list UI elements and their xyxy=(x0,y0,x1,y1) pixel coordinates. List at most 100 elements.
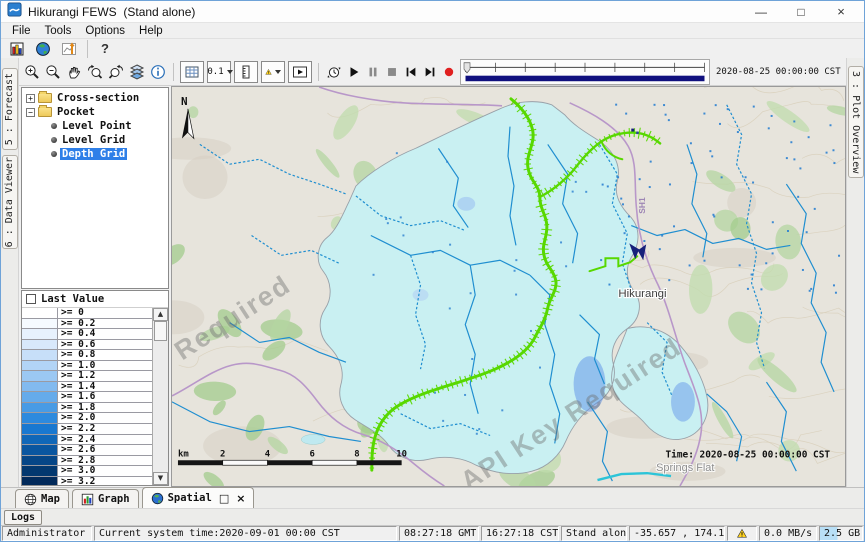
tree-item-level-point[interactable]: Level Point xyxy=(23,119,167,133)
skip-start-button[interactable] xyxy=(403,62,419,82)
side-tab-6-data-viewer[interactable]: 6 : Data Viewer xyxy=(2,155,18,249)
scale-unit-label: km xyxy=(178,449,189,459)
timeline-slider[interactable] xyxy=(460,59,710,85)
map-display-button[interactable] xyxy=(32,39,54,59)
scroll-thumb[interactable] xyxy=(154,321,167,341)
play-icon xyxy=(347,65,361,79)
legend-color-swatch xyxy=(22,350,58,360)
side-tab-3-plot-overview[interactable]: 3 : Plot Overview xyxy=(848,66,864,178)
side-tab-label: 5 : Forecast xyxy=(4,73,15,145)
scalar-editor-button[interactable] xyxy=(58,39,80,59)
tab-restore-button[interactable]: □ xyxy=(219,492,229,505)
tree-item-pocket[interactable]: −Pocket xyxy=(23,105,167,119)
record-button[interactable] xyxy=(441,62,457,82)
legend-color-swatch xyxy=(22,319,58,329)
play-button[interactable] xyxy=(346,62,362,82)
side-tab-5-forecast[interactable]: 5 : Forecast xyxy=(2,68,18,150)
legend-color-swatch xyxy=(22,435,58,445)
legend-class-label: >= 2.0 xyxy=(58,413,152,423)
tree-item-cross-section[interactable]: +Cross-section xyxy=(23,91,167,105)
tree-item-label: Level Grid xyxy=(60,134,127,146)
filter-panel: +Cross-section−PocketLevel PointLevel Gr… xyxy=(19,86,171,487)
zoom-previous-button[interactable] xyxy=(86,62,104,82)
animation-dialog-button[interactable] xyxy=(288,61,312,83)
legend-row[interactable]: >= 2.2 xyxy=(22,424,152,435)
scale-tick-label: 2 xyxy=(220,449,225,459)
tab-map[interactable]: Map xyxy=(15,489,69,508)
status-gmt-time: 08:27:18 GMT xyxy=(399,526,479,541)
map-globe-icon xyxy=(24,493,37,506)
map-time-label: Time: 2020-08-25 00:00:00 CST xyxy=(666,449,831,460)
skip-end-icon xyxy=(423,65,437,79)
record-dot-icon xyxy=(442,65,456,79)
timer-icon xyxy=(326,64,342,80)
node-bullet-icon xyxy=(51,123,57,129)
scale-ruler-button[interactable] xyxy=(234,61,258,83)
layers-button[interactable] xyxy=(128,62,146,82)
legend-scrollbar[interactable]: ▲ ▼ xyxy=(153,308,168,485)
scroll-up-button[interactable]: ▲ xyxy=(153,308,168,321)
scroll-down-button[interactable]: ▼ xyxy=(153,472,168,485)
help-button[interactable]: ? xyxy=(95,39,115,59)
zoom-next-icon xyxy=(108,64,124,80)
zoom-in-button[interactable] xyxy=(23,62,41,82)
layers-icon xyxy=(129,64,145,80)
legend-class-label: >= 0.6 xyxy=(58,340,152,350)
menu-file[interactable]: File xyxy=(5,25,38,37)
tab-close-button[interactable]: × xyxy=(236,492,245,505)
menu-tools[interactable]: Tools xyxy=(38,25,79,37)
logs-button[interactable]: Logs xyxy=(4,510,42,525)
legend-color-swatch xyxy=(22,413,58,423)
main-toolbar: ? xyxy=(1,38,864,58)
legend-color-swatch xyxy=(22,382,58,392)
info-button[interactable] xyxy=(149,62,167,82)
tree-item-depth-grid[interactable]: Depth Grid xyxy=(23,147,167,161)
grid-display-button[interactable] xyxy=(180,61,204,83)
skip-end-button[interactable] xyxy=(422,62,438,82)
pan-hand-icon xyxy=(66,64,82,80)
warning-triangle-icon xyxy=(265,64,272,80)
timer-settings-button[interactable] xyxy=(325,62,343,82)
legend-class-label: >= 0.4 xyxy=(58,329,152,339)
zoom-next-button[interactable] xyxy=(107,62,125,82)
pond xyxy=(301,435,325,445)
contour-threshold-dropdown[interactable]: 0.1 xyxy=(207,61,231,83)
menu-bar: FileToolsOptionsHelp xyxy=(1,23,864,38)
application-window: Hikurangi FEWS (Stand alone) — □ × FileT… xyxy=(0,0,865,542)
legend-panel: Last Value >= 0>= 0.2>= 0.4>= 0.6>= 0.8>… xyxy=(21,290,169,486)
tree-item-label: Depth Grid xyxy=(60,148,127,160)
legend-class-label: >= 1.0 xyxy=(58,361,152,371)
scroll-track[interactable] xyxy=(153,321,168,472)
legend-color-swatch xyxy=(22,308,58,318)
map-canvas[interactable]: API Key RequiredAPI Key RequiredNkm24681… xyxy=(171,86,846,487)
legend-class-label: >= 2.2 xyxy=(58,424,152,434)
collapse-toggle[interactable]: − xyxy=(26,108,35,117)
tab-graph[interactable]: Graph xyxy=(72,489,139,508)
menu-options[interactable]: Options xyxy=(78,25,132,37)
expand-toggle[interactable]: + xyxy=(26,94,35,103)
legend-row[interactable]: >= 3.2 xyxy=(22,477,152,485)
minimize-button[interactable]: — xyxy=(744,5,778,19)
tree-item-level-grid[interactable]: Level Grid xyxy=(23,133,167,147)
chevron-down-icon xyxy=(227,70,233,74)
legend-row[interactable]: >= 0 xyxy=(22,308,152,319)
legend-class-label: >= 3.0 xyxy=(58,466,152,476)
legend-color-swatch xyxy=(22,371,58,381)
pause-button[interactable] xyxy=(365,62,381,82)
legend-color-swatch xyxy=(22,477,58,485)
legend-color-swatch xyxy=(22,340,58,350)
timeseries-dialog-button[interactable] xyxy=(6,39,28,59)
maximize-button[interactable]: □ xyxy=(784,5,818,19)
last-value-checkbox[interactable] xyxy=(26,294,36,304)
close-button[interactable]: × xyxy=(824,4,858,19)
pan-button[interactable] xyxy=(65,62,83,82)
stop-button[interactable] xyxy=(384,62,400,82)
thresholds-warning-dropdown[interactable] xyxy=(261,61,285,83)
legend-class-label: >= 2.4 xyxy=(58,435,152,445)
title-bar: Hikurangi FEWS (Stand alone) — □ × xyxy=(1,1,864,23)
zoom-out-button[interactable] xyxy=(44,62,62,82)
tab-spatial[interactable]: Spatial□× xyxy=(142,487,255,508)
menu-help[interactable]: Help xyxy=(132,25,170,37)
timeline-handle[interactable] xyxy=(464,62,470,72)
pause-icon xyxy=(366,65,380,79)
